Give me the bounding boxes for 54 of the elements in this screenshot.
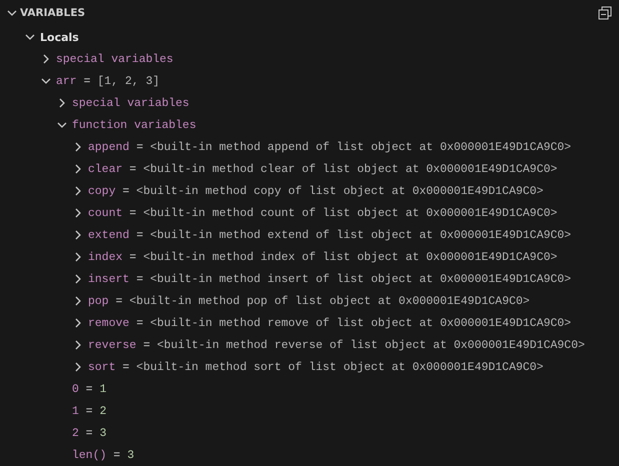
variable-name: append (88, 140, 130, 154)
variable-name: pop (88, 294, 109, 308)
variable-name: 2 (72, 426, 79, 440)
variable-value: <built-in method extend of list object at 0x000001E49D1CA9C0> (150, 228, 572, 242)
variable-value: 1 (100, 382, 106, 396)
equals-sign: = (86, 404, 93, 418)
equals-sign: = (136, 316, 144, 330)
equals-sign: = (136, 140, 144, 154)
variable-name: extend (88, 228, 130, 242)
variable-value: <built-in method pop of list object at 0x000001E49D1CA9C0> (129, 294, 530, 308)
scope-label: Locals (40, 30, 79, 44)
variable-value: 2 (100, 404, 106, 418)
variable-name: 1 (72, 404, 79, 418)
equals-sign: = (129, 162, 136, 176)
equals-sign: = (116, 294, 123, 308)
variable-name: insert (88, 272, 130, 286)
variable-value: <built-in method remove of list object at 0x000001E49D1CA9C0> (150, 316, 572, 330)
equals-sign: = (86, 382, 93, 396)
collapse-all-icon[interactable] (597, 5, 613, 21)
group-label: special variables (56, 52, 174, 66)
equals-sign: = (129, 250, 136, 264)
variable-value: 3 (100, 426, 106, 440)
variable-value: <built-in method clear of list object at 0x000001E49D1CA9C0> (143, 162, 558, 176)
equals-sign: = (86, 426, 93, 440)
variable-name: remove (88, 316, 130, 330)
variable-value: <built-in method sort of list object at 0x000001E49D1CA9C0> (136, 360, 544, 374)
variable-value: <built-in method reverse of list object at 0x000001E49D1CA9C0> (157, 338, 585, 352)
variable-value: <built-in method count of list object at 0x000001E49D1CA9C0> (143, 206, 558, 220)
equals-sign: = (136, 228, 144, 242)
variable-name: arr (56, 74, 77, 88)
variable-name: len() (72, 448, 107, 462)
variable-name: clear (88, 162, 123, 176)
variable-name: sort (88, 360, 116, 374)
section-title: VARIABLES (20, 7, 86, 19)
variable-value: <built-in method insert of list object at 0x000001E49D1CA9C0> (150, 272, 572, 286)
equals-sign: = (143, 338, 150, 352)
variable-value: <built-in method append of list object at 0x000001E49D1CA9C0> (150, 140, 572, 154)
group-label: special variables (72, 96, 190, 110)
variable-name: count (88, 206, 123, 220)
equals-sign: = (122, 184, 130, 198)
variable-name: 0 (72, 382, 79, 396)
equals-sign: = (113, 448, 120, 462)
variable-value: <built-in method copy of list object at 0x000001E49D1CA9C0> (136, 184, 544, 198)
variable-value: <built-in method index of list object at 0x000001E49D1CA9C0> (143, 250, 558, 264)
variable-name: index (88, 250, 123, 264)
variable-value: 3 (127, 448, 134, 462)
group-label: function variables (72, 118, 196, 132)
variable-name: copy (88, 184, 116, 198)
equals-sign: = (122, 360, 130, 374)
equals-sign: = (136, 272, 144, 286)
equals-sign: = (84, 74, 91, 88)
variable-value: [1, 2, 3] (97, 74, 160, 88)
variable-name: reverse (88, 338, 136, 352)
equals-sign: = (129, 206, 136, 220)
